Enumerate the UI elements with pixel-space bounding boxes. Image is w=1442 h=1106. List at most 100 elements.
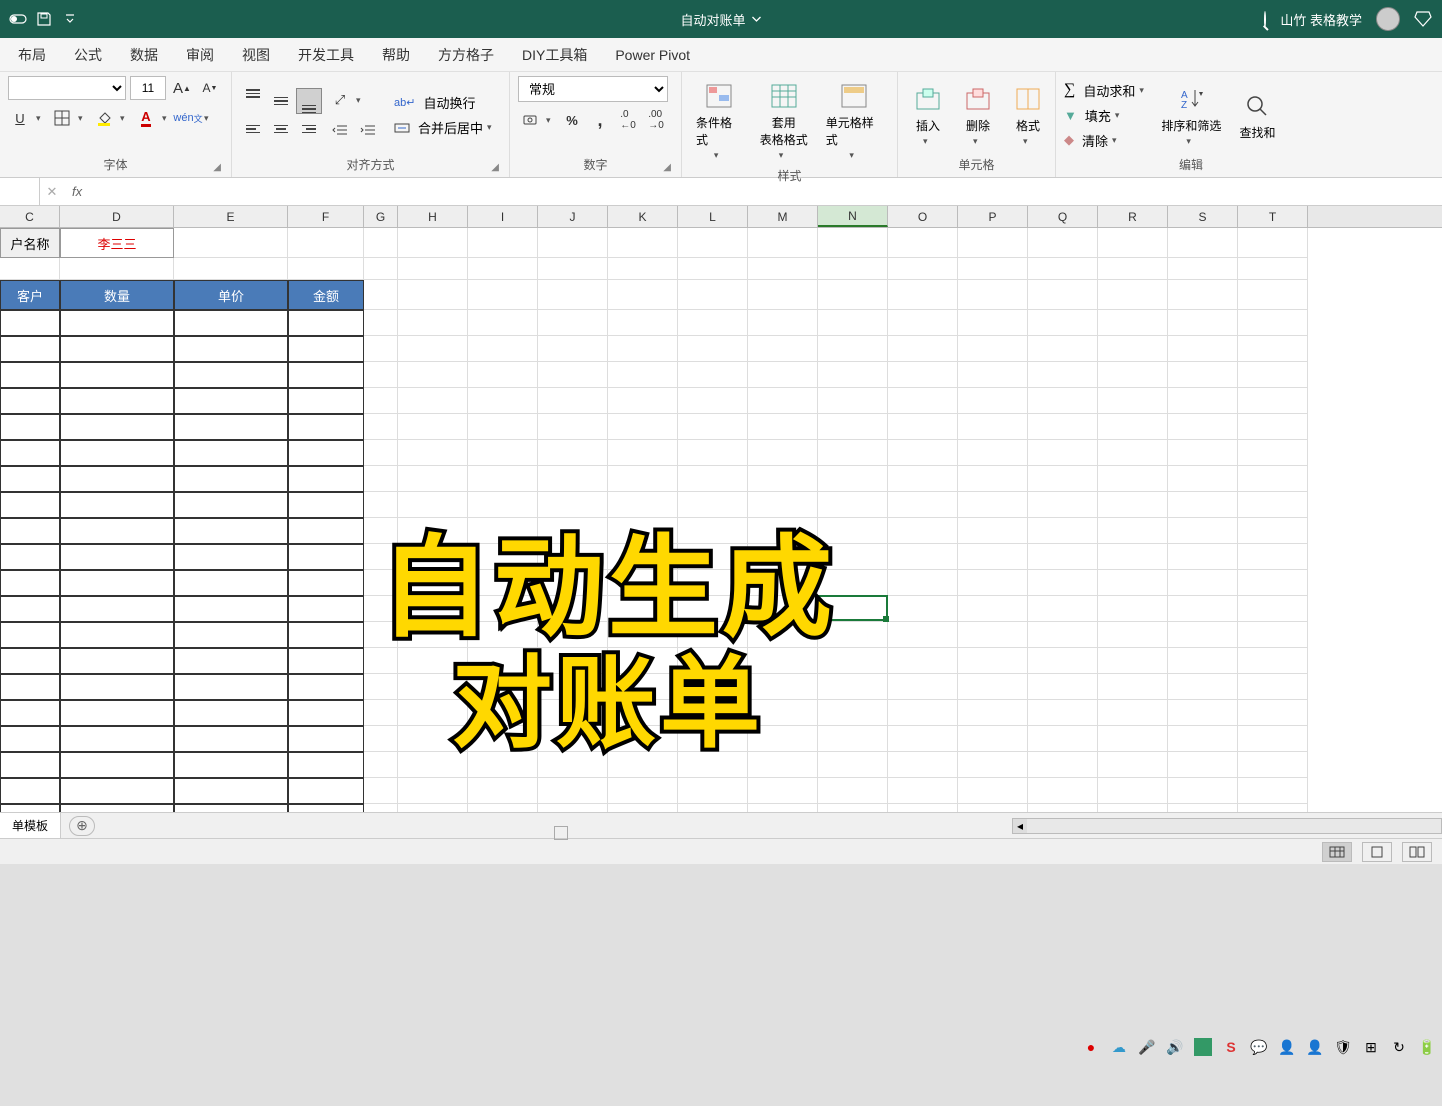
cell[interactable] — [538, 778, 608, 804]
cell[interactable] — [174, 388, 288, 414]
cell[interactable] — [364, 492, 398, 518]
cell[interactable] — [1238, 466, 1308, 492]
cell[interactable] — [748, 648, 818, 674]
fx-icon[interactable]: fx — [64, 184, 90, 199]
cell[interactable] — [468, 362, 538, 388]
cell[interactable] — [1168, 388, 1238, 414]
col-header-T[interactable]: T — [1238, 206, 1308, 227]
cell[interactable] — [538, 310, 608, 336]
cell[interactable] — [748, 492, 818, 518]
tab-powerpivot[interactable]: Power Pivot — [601, 38, 704, 72]
cell[interactable] — [1028, 674, 1098, 700]
cell[interactable] — [1098, 518, 1168, 544]
cell[interactable] — [748, 726, 818, 752]
cell[interactable] — [818, 570, 888, 596]
cell[interactable] — [398, 674, 468, 700]
cell[interactable] — [748, 258, 818, 280]
cell[interactable] — [1168, 648, 1238, 674]
cell[interactable] — [468, 518, 538, 544]
cell[interactable] — [888, 570, 958, 596]
cell[interactable] — [958, 804, 1028, 812]
cell[interactable] — [1098, 544, 1168, 570]
cell-style-button[interactable]: 单元格样式▾ — [820, 76, 889, 165]
cell[interactable] — [468, 258, 538, 280]
cell[interactable] — [958, 466, 1028, 492]
cell[interactable] — [888, 440, 958, 466]
cell[interactable] — [1028, 700, 1098, 726]
cell[interactable] — [958, 492, 1028, 518]
cell[interactable] — [364, 570, 398, 596]
cell[interactable]: 数量 — [60, 280, 174, 310]
cell[interactable] — [1238, 388, 1308, 414]
cell[interactable] — [174, 336, 288, 362]
col-header-P[interactable]: P — [958, 206, 1028, 227]
cell[interactable] — [364, 804, 398, 812]
cell[interactable] — [748, 674, 818, 700]
spreadsheet-grid[interactable]: CDEFGHIJKLMNOPQRST 户名称李三三客户数量单价金额 自动生成 对… — [0, 206, 1442, 812]
cell[interactable]: 金额 — [288, 280, 364, 310]
cell[interactable] — [1168, 280, 1238, 310]
cell[interactable] — [174, 570, 288, 596]
cell[interactable] — [364, 336, 398, 362]
tab-ffgz[interactable]: 方方格子 — [424, 38, 508, 72]
cell[interactable] — [818, 362, 888, 388]
cell[interactable] — [678, 596, 748, 622]
cell[interactable] — [0, 778, 60, 804]
cell[interactable] — [818, 700, 888, 726]
user-icon-2[interactable]: 👤 — [1306, 1038, 1324, 1056]
cell[interactable] — [1098, 280, 1168, 310]
cell[interactable] — [288, 544, 364, 570]
cell[interactable] — [174, 648, 288, 674]
cell[interactable] — [958, 362, 1028, 388]
cell[interactable] — [608, 228, 678, 258]
cell[interactable] — [1168, 518, 1238, 544]
cell[interactable] — [1028, 440, 1098, 466]
cell[interactable] — [364, 280, 398, 310]
cell[interactable] — [0, 804, 60, 812]
cell[interactable] — [60, 804, 174, 812]
cell[interactable] — [174, 804, 288, 812]
increase-indent-button[interactable] — [356, 118, 380, 142]
cell[interactable] — [1168, 414, 1238, 440]
col-header-Q[interactable]: Q — [1028, 206, 1098, 227]
cell[interactable] — [958, 440, 1028, 466]
fill-color-dd[interactable]: ▾ — [120, 113, 130, 124]
cell[interactable] — [288, 258, 364, 280]
number-launcher-icon[interactable]: ◢ — [663, 162, 671, 173]
record-icon[interactable]: ● — [1082, 1038, 1100, 1056]
cell[interactable] — [1238, 596, 1308, 622]
cell[interactable] — [1238, 648, 1308, 674]
cell[interactable] — [174, 518, 288, 544]
cell[interactable] — [1098, 752, 1168, 778]
cell[interactable] — [364, 596, 398, 622]
cell[interactable] — [288, 752, 364, 778]
cell[interactable] — [818, 622, 888, 648]
cell[interactable] — [1238, 440, 1308, 466]
cell[interactable] — [888, 466, 958, 492]
font-launcher-icon[interactable]: ◢ — [213, 162, 221, 173]
tab-diy[interactable]: DIY工具箱 — [508, 38, 601, 72]
cell[interactable] — [1168, 700, 1238, 726]
cell[interactable] — [958, 310, 1028, 336]
cell[interactable] — [1028, 596, 1098, 622]
cell[interactable] — [364, 388, 398, 414]
cell[interactable] — [608, 570, 678, 596]
split-handle[interactable] — [554, 826, 568, 840]
cell[interactable] — [1168, 674, 1238, 700]
font-color-button[interactable]: A — [134, 106, 158, 130]
cell[interactable] — [608, 310, 678, 336]
cell[interactable] — [538, 596, 608, 622]
cell[interactable] — [468, 752, 538, 778]
cell[interactable] — [1098, 726, 1168, 752]
cell[interactable] — [748, 778, 818, 804]
cell[interactable]: 客户 — [0, 280, 60, 310]
cell[interactable] — [468, 440, 538, 466]
cell[interactable] — [288, 310, 364, 336]
cell[interactable] — [1238, 518, 1308, 544]
cell[interactable] — [608, 258, 678, 280]
col-header-O[interactable]: O — [888, 206, 958, 227]
cell[interactable] — [678, 804, 748, 812]
cell[interactable] — [818, 518, 888, 544]
user-avatar[interactable] — [1376, 7, 1400, 31]
cell[interactable] — [398, 258, 468, 280]
